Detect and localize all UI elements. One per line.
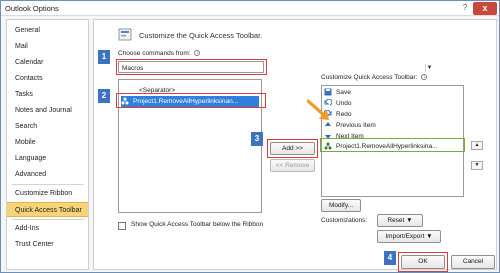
nav-item-mobile[interactable]: Mobile [7,135,88,150]
help-icon[interactable]: ? [459,3,471,14]
nav-item-trust-center[interactable]: Trust Center [7,237,88,252]
title-bar: Outlook Options ? x [1,1,499,16]
callout-2: 2 [98,89,110,103]
choose-commands-label: Choose commands from: i [118,50,201,57]
move-down-button[interactable]: ▼ [471,161,483,170]
undo-label: Undo [336,100,352,107]
close-icon[interactable]: x [473,2,497,15]
callout-3: 3 [251,132,263,146]
nav-item-mail[interactable]: Mail [7,39,88,54]
window-title: Outlook Options [5,4,59,13]
options-nav: General Mail Calendar Contacts Tasks Not… [6,19,89,270]
previous-item-label: Previous Item [336,122,376,129]
modify-button[interactable]: Modify... [321,199,361,212]
info-icon: i [421,74,428,81]
page-heading: Customize the Quick Access Toolbar. [139,31,263,40]
callout-4: 4 [384,251,396,265]
highlight-choose-commands [116,59,267,75]
nav-divider [12,219,84,220]
save-label: Save [336,89,351,96]
show-below-ribbon-checkbox[interactable] [118,222,126,230]
nav-divider [12,184,84,185]
highlight-added-macro [320,138,465,152]
customize-qat-label: Customize Quick Access Toolbar: i [321,74,428,81]
redo-label: Redo [336,111,352,118]
reset-button[interactable]: Reset ▼ [377,214,423,227]
import-export-button[interactable]: Import/Export ▼ [377,230,441,243]
cancel-button[interactable]: Cancel [451,255,495,269]
info-icon: i [194,50,201,57]
customizations-label: Customizations: [321,217,368,224]
customize-qat-text: Customize Quick Access Toolbar: [321,74,418,81]
list-item-previous[interactable]: Previous Item [324,120,376,131]
highlight-ok [398,252,448,272]
nav-item-notes-and-journal[interactable]: Notes and Journal [7,103,88,118]
choose-commands-text: Choose commands from: [118,50,191,57]
callout-1: 1 [98,50,110,64]
nav-item-quick-access-toolbar[interactable]: Quick Access Toolbar [7,202,88,217]
move-up-button[interactable]: ▲ [471,141,483,150]
chevron-down-icon[interactable]: ▼ [425,64,433,72]
save-icon [324,88,332,96]
nav-item-language[interactable]: Language [7,151,88,166]
outlook-options-window: Outlook Options ? x General Mail Calenda… [0,0,500,273]
remove-button[interactable]: << Remove [270,159,315,172]
quick-access-toolbar-icon [118,28,132,41]
nav-item-add-ins[interactable]: Add-Ins [7,221,88,236]
nav-item-search[interactable]: Search [7,119,88,134]
orange-arrow [307,99,329,120]
nav-item-general[interactable]: General [7,23,88,38]
nav-item-advanced[interactable]: Advanced [7,167,88,182]
list-item-save[interactable]: Save [324,87,351,98]
nav-item-customize-ribbon[interactable]: Customize Ribbon [7,186,88,201]
show-below-ribbon-label: Show Quick Access Toolbar below the Ribb… [131,221,264,228]
highlight-add [267,139,318,158]
nav-item-contacts[interactable]: Contacts [7,71,88,86]
highlight-macro [116,93,266,108]
nav-item-tasks[interactable]: Tasks [7,87,88,102]
nav-item-calendar[interactable]: Calendar [7,55,88,70]
previous-item-icon [325,122,331,127]
